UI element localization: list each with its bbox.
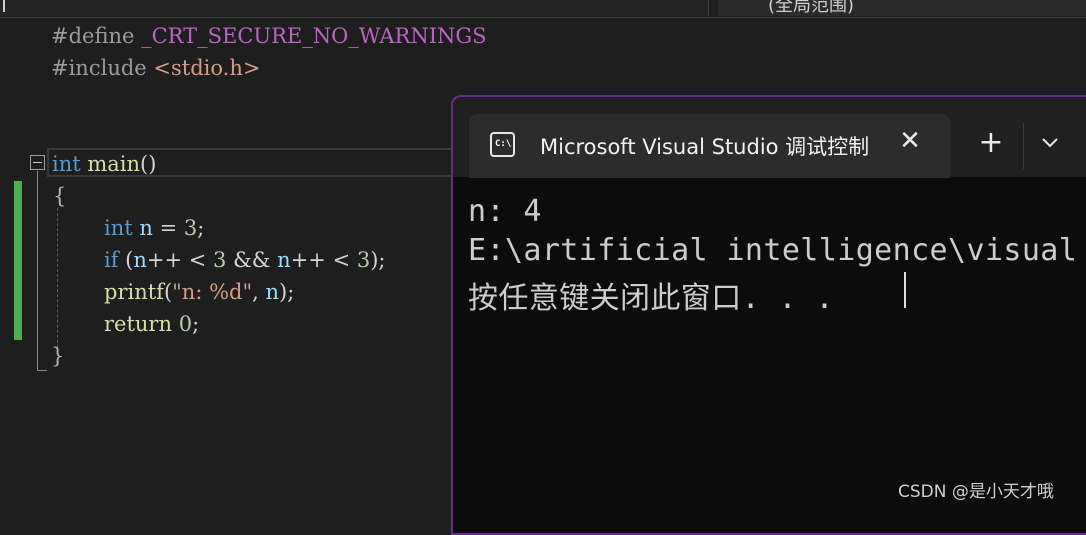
console-window[interactable]: C:\ Microsoft Visual Studio 调试控制台 ✕ + n:… xyxy=(451,95,1086,535)
console-output-line: n: 4 xyxy=(468,194,542,229)
terminal-icon-label: C:\ xyxy=(495,139,512,149)
punctuation: ; xyxy=(197,216,205,240)
console-titlebar: C:\ Microsoft Visual Studio 调试控制台 ✕ + xyxy=(453,97,1086,178)
scope-dropdown-label: (全局范围) xyxy=(768,0,855,16)
variable: n xyxy=(132,216,153,240)
fold-guide-line xyxy=(37,171,38,371)
code-line-if: if (n++ < 3 && n++ < 3); xyxy=(104,245,386,275)
code-close-brace: } xyxy=(51,344,65,368)
close-icon[interactable]: ✕ xyxy=(895,126,925,156)
code-line-include: #include <stdio.h> xyxy=(51,53,260,83)
code-line-return: return 0; xyxy=(104,309,199,339)
console-tab-title: Microsoft Visual Studio 调试控制台 xyxy=(540,135,870,159)
caret-marker xyxy=(3,0,5,12)
punctuation: ); xyxy=(279,280,295,304)
code-open-brace: { xyxy=(53,184,67,208)
new-tab-icon[interactable]: + xyxy=(975,127,1007,159)
console-output-line: E:\artificial intelligence\visual xyxy=(468,233,1078,268)
keyword: int xyxy=(104,216,133,240)
chevron-down-icon[interactable] xyxy=(1035,130,1065,156)
code-line-main: int main() xyxy=(52,149,156,179)
terminal-icon: C:\ xyxy=(490,132,515,157)
function-name: printf xyxy=(104,280,164,304)
keyword: return xyxy=(104,312,172,336)
punctuation: , xyxy=(252,280,266,304)
variable: n xyxy=(133,248,147,272)
variable: n xyxy=(277,248,291,272)
punctuation: ( xyxy=(163,280,173,304)
number: 3 xyxy=(183,216,198,240)
keyword: if xyxy=(104,248,119,272)
collapse-icon[interactable] xyxy=(30,155,45,170)
function-name: main xyxy=(80,152,141,176)
editor-tab-strip xyxy=(0,0,709,16)
number: 0 xyxy=(178,312,193,336)
keyword: int xyxy=(52,152,81,176)
preprocessor-directive: #define xyxy=(51,24,135,48)
preprocessor-directive: #include xyxy=(51,56,147,80)
code-line-define: #define _CRT_SECURE_NO_WARNINGS xyxy=(51,21,487,51)
change-indicator-bar xyxy=(14,181,22,340)
operator: && xyxy=(226,248,278,272)
code-line-decl: int n = 3; xyxy=(104,213,204,243)
operator: ++ < xyxy=(146,248,214,272)
punctuation: ( xyxy=(118,248,134,272)
variable: n xyxy=(265,280,280,304)
console-tab[interactable]: C:\ Microsoft Visual Studio 调试控制台 ✕ xyxy=(469,114,950,178)
punctuation: ; xyxy=(192,312,200,336)
operator: ++ < xyxy=(290,248,357,272)
top-bar: (全局范围) xyxy=(0,0,1086,18)
watermark: CSDN @是小天才哦 xyxy=(898,482,1054,502)
punctuation: () xyxy=(140,152,157,176)
text-cursor xyxy=(904,272,906,308)
include-header: <stdio.h> xyxy=(146,56,261,80)
number: 3 xyxy=(213,248,227,272)
number: 3 xyxy=(356,248,371,272)
console-output-line: 按任意键关闭此窗口. . . xyxy=(468,281,834,316)
code-line-printf: printf("n: %d", n); xyxy=(104,277,294,307)
macro-name: _CRT_SECURE_NO_WARNINGS xyxy=(134,24,487,48)
fold-guide-end xyxy=(37,370,47,371)
punctuation: ); xyxy=(370,248,386,272)
indent-guide xyxy=(57,208,58,348)
operator: = xyxy=(152,216,184,240)
string-literal: "n: %d" xyxy=(172,280,253,304)
titlebar-divider xyxy=(1023,123,1024,169)
